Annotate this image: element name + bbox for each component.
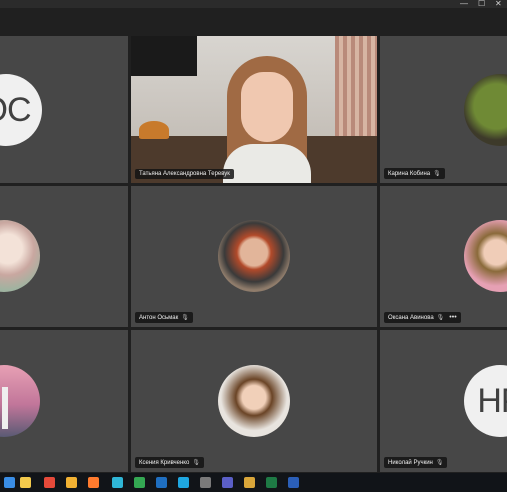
participant-tile-oksana[interactable]: Оксана Авинова 🎙︎ ••• [380, 186, 507, 327]
close-button[interactable]: ✕ [495, 0, 502, 8]
participant-tile-os[interactable]: ОС [0, 36, 128, 183]
participant-tile-karina[interactable]: Карина Кобина 🎙︎ [380, 36, 507, 183]
participant-tile-row3-left[interactable] [0, 330, 128, 472]
edge-icon[interactable] [112, 477, 123, 488]
name-text: Николай Ручкин [388, 459, 433, 466]
mic-off-icon: 🎙︎ [181, 315, 189, 321]
excel-icon[interactable] [266, 477, 277, 488]
lighthouse [2, 387, 8, 429]
name-text: Антон Осьмак [139, 314, 179, 321]
start-icon[interactable] [4, 477, 15, 488]
minimize-button[interactable]: — [460, 0, 468, 8]
avatar-photo [0, 365, 40, 437]
mic-off-icon: 🎙︎ [192, 460, 200, 466]
teams-icon[interactable] [222, 477, 233, 488]
person-face [241, 72, 293, 142]
mic-off-icon: 🎙︎ [435, 460, 444, 466]
name-text: Карина Кобина [388, 170, 431, 177]
participant-name: Николай Ручкин 🎙︎ [384, 457, 448, 468]
chrome-icon[interactable] [134, 477, 145, 488]
name-text: Ксения Кривченко [139, 459, 190, 466]
word-icon[interactable] [288, 477, 299, 488]
participant-name: Татьяна Александровна Теревук [135, 169, 234, 179]
more-options-icon[interactable]: ••• [449, 314, 456, 321]
participant-name: Оксана Авинова 🎙︎ ••• [384, 312, 461, 323]
participant-tile-nikolay[interactable]: НР Николай Ручкин 🎙︎ [380, 330, 507, 472]
taskbar [0, 473, 507, 492]
avatar-photo [218, 220, 290, 292]
skype-icon[interactable] [178, 477, 189, 488]
participant-tile-video[interactable]: Татьяна Александровна Теревук [131, 36, 377, 183]
person-sweater [223, 144, 311, 183]
avatar-initials: НР [464, 365, 507, 437]
avatar-photo [464, 74, 507, 146]
avatar-photo [0, 220, 40, 292]
app-icon[interactable] [244, 477, 255, 488]
folder-icon[interactable] [66, 477, 77, 488]
participant-tile-kseniya[interactable]: Ксения Кривченко 🎙︎ [131, 330, 377, 472]
outlook-icon[interactable] [156, 477, 167, 488]
store-icon[interactable] [44, 477, 55, 488]
participant-tile-row2-left[interactable] [0, 186, 128, 327]
avatar-photo [218, 365, 290, 437]
name-text: Татьяна Александровна Теревук [139, 171, 230, 177]
title-bar: — ☐ ✕ [0, 0, 507, 8]
name-text: Оксана Авинова [388, 314, 434, 321]
mic-off-icon: 🎙︎ [433, 171, 441, 177]
avatar-photo [464, 220, 507, 292]
mic-off-icon: 🎙︎ [436, 315, 445, 321]
maximize-button[interactable]: ☐ [478, 0, 485, 8]
participant-name: Карина Кобина 🎙︎ [384, 168, 445, 179]
flowers [139, 121, 169, 139]
file-explorer-icon[interactable] [20, 477, 31, 488]
participant-name: Ксения Кривченко 🎙︎ [135, 457, 204, 468]
firefox-icon[interactable] [88, 477, 99, 488]
tv-screen [131, 36, 197, 76]
participant-name: Антон Осьмак 🎙︎ [135, 312, 193, 323]
participant-tile-anton[interactable]: Антон Осьмак 🎙︎ [131, 186, 377, 327]
calculator-icon[interactable] [200, 477, 211, 488]
avatar-initials: ОС [0, 74, 42, 146]
